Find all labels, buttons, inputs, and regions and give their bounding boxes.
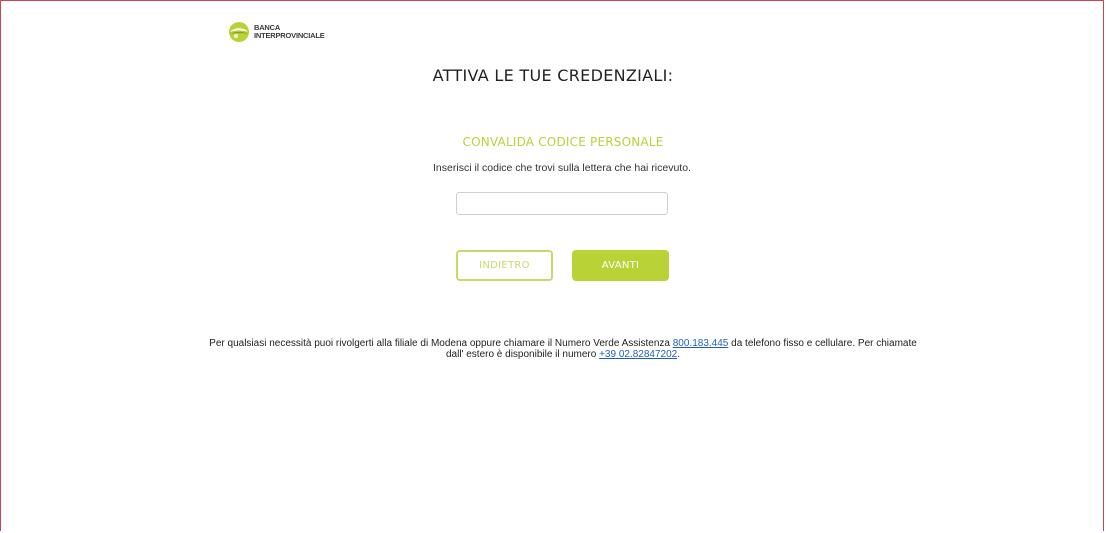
section-subtitle: CONVALIDA CODICE PERSONALE [462, 135, 664, 149]
assistance-text-end: . [677, 349, 681, 360]
page-title: ATTIVA LE TUE CREDENZIALI: [432, 66, 674, 85]
abroad-phone-link[interactable]: +39 02.82847202 [599, 349, 677, 360]
bank-logo-line2: INTERPROVINCIALE [254, 31, 325, 40]
assistance-text-1: Per qualsiasi necessità puoi rivolgerti … [209, 338, 673, 349]
instruction-text: Inserisci il codice che trovi sulla lett… [433, 162, 691, 174]
bank-logo[interactable]: BANCA INTERPROVINCIALE [228, 21, 325, 43]
personal-code-input[interactable] [456, 192, 668, 215]
bank-logo-mark-icon [229, 22, 249, 42]
assistance-info: Per qualsiasi necessità puoi rivolgerti … [200, 338, 926, 360]
back-button[interactable]: INDIETRO [456, 250, 553, 281]
next-button[interactable]: AVANTI [572, 250, 669, 281]
bank-logo-text: BANCA INTERPROVINCIALE [254, 24, 325, 40]
toll-free-phone-link[interactable]: 800.183.445 [673, 338, 729, 349]
